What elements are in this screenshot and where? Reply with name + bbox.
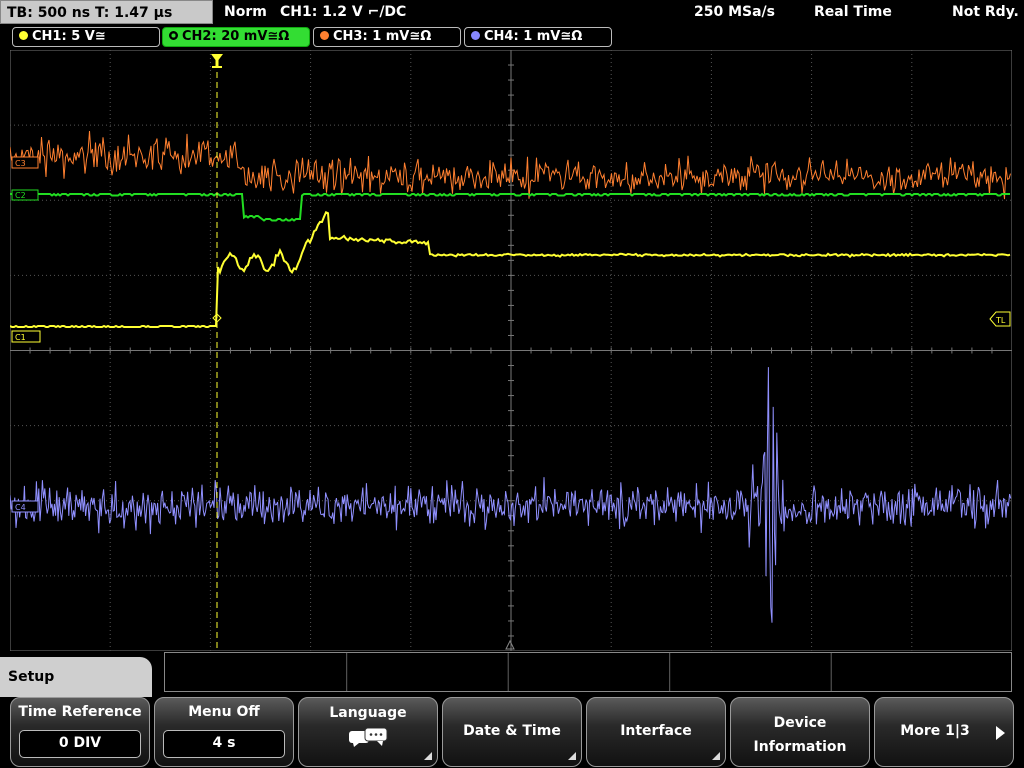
menu-off-softkey[interactable]: Menu Off 4 s [154, 697, 294, 767]
date-time-label: Date & Time [463, 723, 561, 739]
timebase-readout[interactable]: TB: 500 ns T: 1.47 µs [0, 0, 213, 24]
interface-softkey[interactable]: Interface [586, 697, 726, 767]
trigger-readout[interactable]: CH1: 1.2 V ⌐/DC [280, 0, 406, 24]
ch2-label: CH2: 20 mV≅Ω [182, 29, 290, 44]
ch2-marker-label: C2 [15, 191, 26, 200]
ch2-offset-marker[interactable]: C2 [11, 189, 39, 201]
ch3-color-icon [320, 31, 329, 40]
ch4-label: CH4: 1 mV≅Ω [484, 29, 583, 44]
ch3-marker-label: C3 [15, 159, 26, 168]
next-page-arrow-icon [996, 726, 1005, 740]
ch1-label: CH1: 5 V≅ [32, 29, 106, 44]
more-softkey[interactable]: More 1|3 [874, 697, 1014, 767]
menu-off-label: Menu Off [188, 704, 260, 720]
menu-title: Setup [0, 657, 152, 697]
language-softkey[interactable]: Language [298, 697, 438, 767]
channel-2-tab[interactable]: CH2: 20 mV≅Ω [162, 27, 310, 47]
trigger-level-label: TL [995, 316, 1006, 325]
time-reference-value: 0 DIV [19, 730, 141, 758]
ch1-offset-marker[interactable]: C1 [11, 330, 41, 343]
ch4-offset-marker[interactable]: C4 [11, 500, 39, 513]
ch2-color-icon [169, 31, 178, 40]
device-information-softkey[interactable]: Device Information [730, 697, 870, 767]
speech-bubbles-icon [349, 728, 388, 747]
ch4-color-icon [471, 31, 480, 40]
submenu-indicator-icon [424, 752, 432, 760]
more-label: More 1|3 [900, 723, 970, 739]
status-bar: TB: 500 ns T: 1.47 µs Norm CH1: 1.2 V ⌐/… [0, 0, 1024, 25]
date-time-softkey[interactable]: Date & Time [442, 697, 582, 767]
ch3-label: CH3: 1 mV≅Ω [333, 29, 432, 44]
ch4-marker-label: C4 [15, 503, 26, 512]
acquisition-mode: Real Time [814, 4, 892, 20]
language-label: Language [329, 705, 407, 721]
channel-4-tab[interactable]: CH4: 1 mV≅Ω [464, 27, 612, 47]
info-panel [164, 652, 1012, 692]
time-reference-label: Time Reference [18, 704, 142, 720]
channel-3-tab[interactable]: CH3: 1 mV≅Ω [313, 27, 461, 47]
run-state: Not Rdy. [952, 4, 1019, 20]
menu-off-value: 4 s [163, 730, 285, 758]
device-information-label: Device Information [753, 715, 847, 755]
submenu-indicator-icon [712, 752, 720, 760]
time-reference-softkey[interactable]: Time Reference 0 DIV [10, 697, 150, 767]
sample-rate: 250 MSa/s [694, 4, 776, 20]
trigger-mode: Norm [224, 4, 267, 20]
interface-label: Interface [620, 723, 692, 739]
ch1-marker-label: C1 [15, 333, 26, 342]
submenu-indicator-icon [568, 752, 576, 760]
channel-bar: CH1: 5 V≅ CH2: 20 mV≅Ω CH3: 1 mV≅Ω CH4: … [0, 26, 1024, 48]
ch1-color-icon [19, 31, 28, 40]
channel-1-tab[interactable]: CH1: 5 V≅ [12, 27, 160, 47]
ch3-offset-marker[interactable]: C3 [11, 156, 39, 169]
waveform-display[interactable]: C3 C2 C1 C4 TL [10, 50, 1012, 651]
